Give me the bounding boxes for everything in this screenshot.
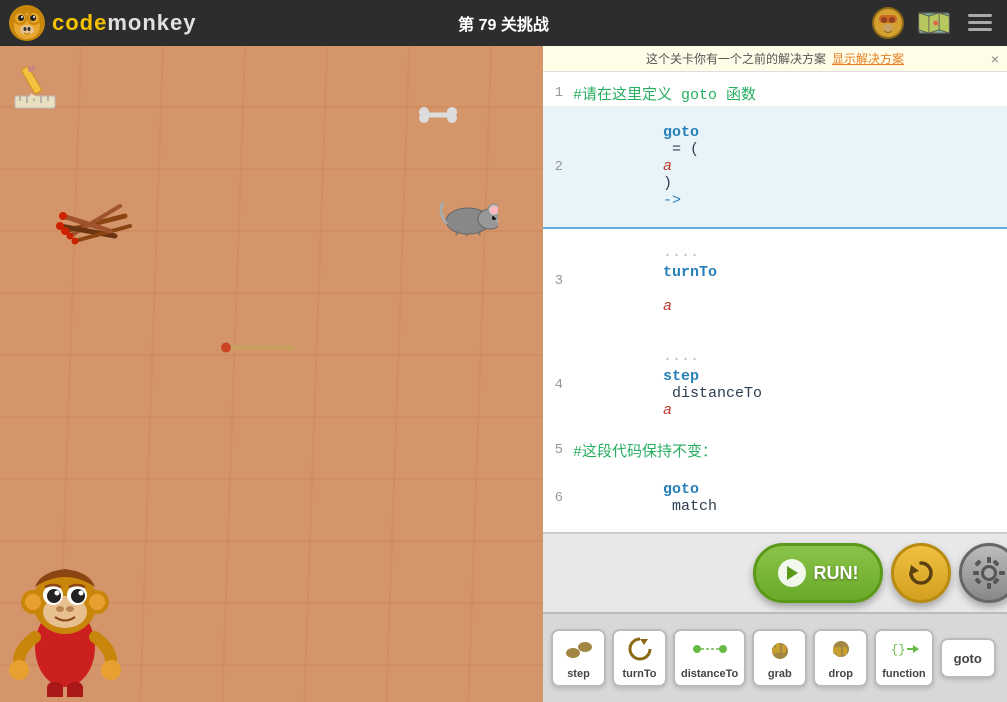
code-line-1: 1 #请在这里定义 goto 函数	[543, 80, 1007, 106]
logo-text: CODEmonkey	[52, 10, 197, 36]
settings-button[interactable]	[959, 543, 1007, 603]
line-content-5: #这段代码保持不变：	[573, 440, 1007, 461]
header-title: 第 79 关挑战	[458, 11, 549, 35]
line-num-1: 1	[543, 85, 573, 101]
block-drop-label: drop	[829, 668, 853, 680]
notification-bar: 这个关卡你有一个之前的解决方案 显示解决方案 ×	[543, 46, 1007, 72]
logo-area: CODEmonkey	[0, 4, 197, 42]
line-content-1: #请在这里定义 goto 函数	[573, 83, 1007, 104]
map-icon	[917, 9, 951, 37]
avatar-icon	[871, 6, 905, 40]
block-turnto[interactable]: turnTo	[612, 629, 667, 687]
code-line-2[interactable]: 2 goto = ( a ) ->	[543, 106, 1007, 229]
turnto-icon	[626, 637, 654, 665]
line-num-2: 2	[543, 159, 573, 175]
block-distanceto-label: distanceTo	[681, 668, 738, 680]
main-layout: 这个关卡你有一个之前的解决方案 显示解决方案 × 1 #请在这里定义 goto …	[0, 46, 1007, 702]
avatar-button[interactable]	[871, 6, 905, 40]
run-button-label: RUN!	[814, 563, 859, 584]
line-num-6: 6	[543, 490, 573, 506]
grab-icon	[766, 637, 794, 665]
sticks-object	[55, 186, 135, 251]
line-num-3: 3	[543, 273, 573, 289]
logo-icon	[8, 4, 46, 42]
block-grab[interactable]: grab	[752, 629, 807, 687]
distanceto-icon	[692, 637, 728, 665]
run-area: RUN!	[543, 532, 1007, 612]
blocks-toolbar: step turnTo	[543, 612, 1007, 702]
code-line-3: 3 ···· turnTo a	[543, 229, 1007, 333]
notification-close-button[interactable]: ×	[991, 51, 999, 67]
play-icon	[778, 559, 806, 587]
match-object	[220, 341, 300, 360]
svg-text:{}: {}	[891, 643, 905, 657]
code-line-6: 6 goto match	[543, 463, 1007, 532]
block-function[interactable]: {} function	[874, 629, 933, 687]
block-function-label: function	[882, 668, 925, 680]
run-button[interactable]: RUN!	[753, 543, 883, 603]
line-content-4: ···· step distanceTo a	[573, 334, 1007, 436]
ruler-object	[10, 61, 60, 116]
monkey-character	[5, 537, 125, 702]
block-goto[interactable]: goto	[940, 638, 996, 678]
line-content-3: ···· turnTo a	[573, 230, 1007, 332]
reset-button[interactable]	[891, 543, 951, 603]
code-line-4: 4 ···· step distanceTo a	[543, 333, 1007, 437]
game-area	[0, 46, 543, 702]
notification-text: 这个关卡你有一个之前的解决方案	[646, 50, 826, 67]
step-icon	[565, 637, 593, 665]
line-content-6: goto match	[573, 464, 1007, 532]
reset-icon	[905, 557, 937, 589]
block-turnto-label: turnTo	[622, 668, 656, 680]
bone-object	[418, 106, 458, 129]
block-step[interactable]: step	[551, 629, 606, 687]
function-icon: {}	[889, 637, 919, 665]
line-num-4: 4	[543, 377, 573, 393]
menu-icon	[968, 13, 992, 33]
block-drop[interactable]: drop	[813, 629, 868, 687]
header-right	[871, 6, 997, 40]
block-grab-label: grab	[768, 668, 792, 680]
line-content-2: goto = ( a ) ->	[573, 107, 1007, 226]
block-step-label: step	[567, 668, 590, 680]
settings-icon	[971, 555, 1007, 591]
show-solution-link[interactable]: 显示解决方案	[832, 50, 904, 67]
block-distanceto[interactable]: distanceTo	[673, 629, 746, 687]
code-editor[interactable]: 1 #请在这里定义 goto 函数 2 goto = ( a ) -> 3 ··…	[543, 72, 1007, 532]
map-button[interactable]	[917, 6, 951, 40]
block-goto-label: goto	[954, 651, 982, 666]
right-panel: 这个关卡你有一个之前的解决方案 显示解决方案 × 1 #请在这里定义 goto …	[543, 46, 1007, 702]
code-line-5: 5 #这段代码保持不变：	[543, 437, 1007, 463]
menu-button[interactable]	[963, 6, 997, 40]
header: CODEmonkey 第 79 关挑战	[0, 0, 1007, 46]
mouse-object	[438, 201, 498, 241]
line-num-5: 5	[543, 442, 573, 458]
drop-icon	[827, 637, 855, 665]
